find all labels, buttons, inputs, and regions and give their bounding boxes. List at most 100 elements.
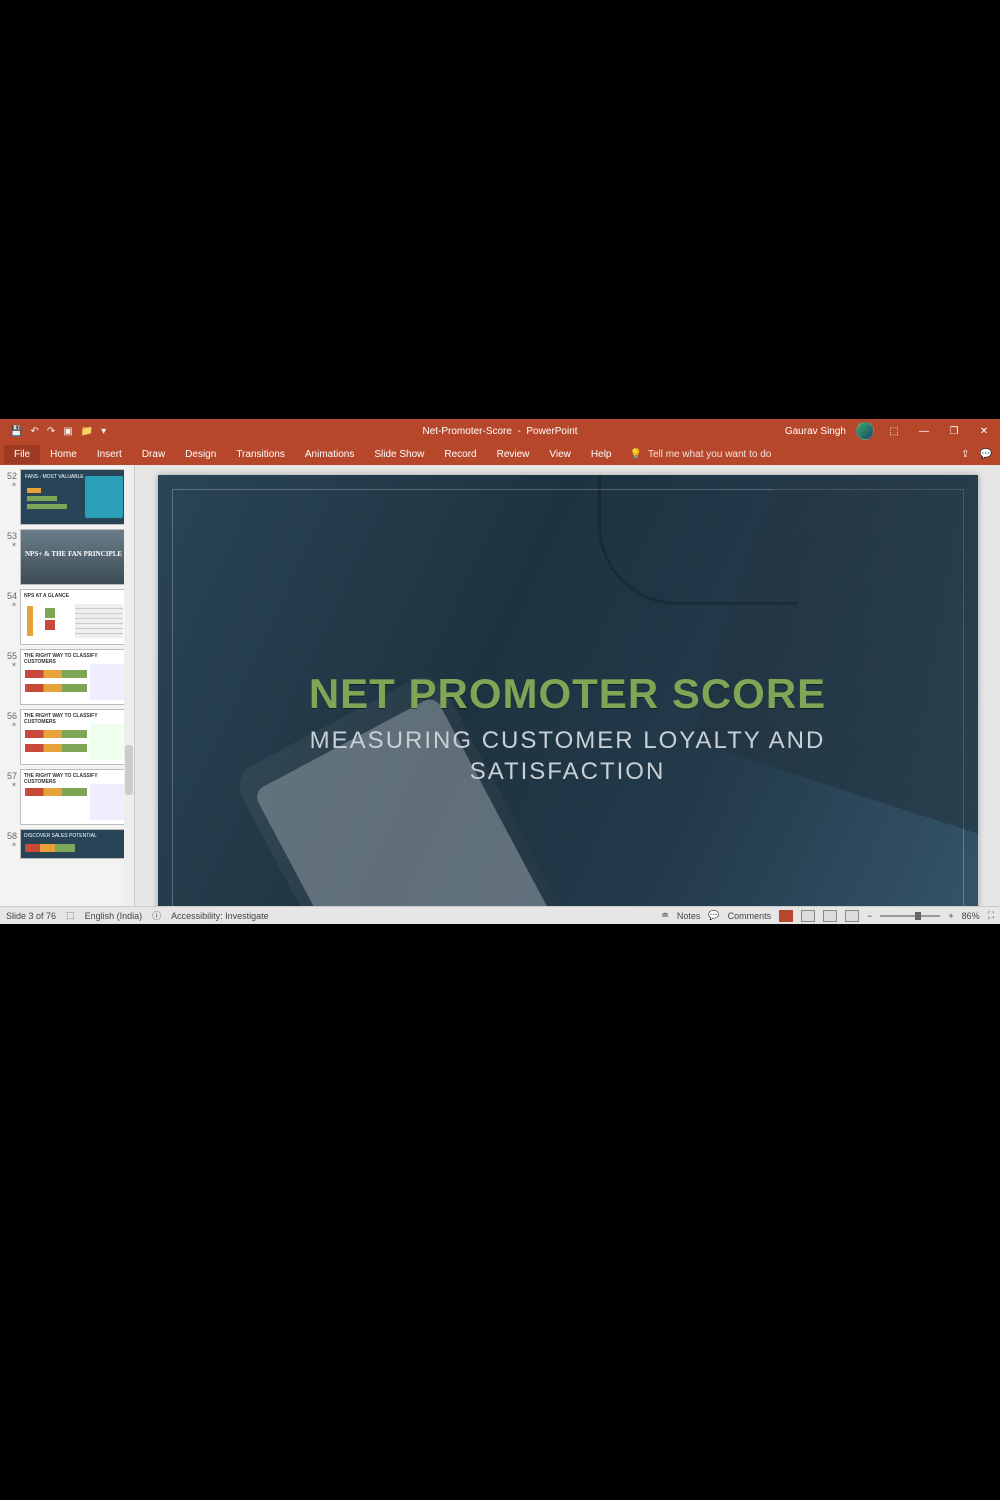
thumb-number: 54 <box>2 589 20 601</box>
title-bar-right: Gaurav Singh ⬚ — ❐ ✕ <box>785 422 994 440</box>
reading-view-button[interactable] <box>823 910 837 922</box>
thumb-number: 57 <box>2 769 20 781</box>
thumb-graphic <box>45 620 55 630</box>
status-right: ≐ Notes 💬 Comments − + 86% ⛶ <box>661 910 994 922</box>
transition-star-icon: ✶ <box>2 841 20 849</box>
lightbulb-icon: 💡 <box>629 449 641 460</box>
tab-design[interactable]: Design <box>175 445 226 464</box>
thumb-bar <box>27 488 41 493</box>
thumbnail-row[interactable]: 55 ✶ THE RIGHT WAY TO CLASSIFY CUSTOMERS <box>2 649 132 705</box>
thumb-bar <box>25 788 87 796</box>
fit-to-window-button[interactable]: ⛶ <box>988 910 994 921</box>
tab-animations[interactable]: Animations <box>295 445 364 464</box>
scrollbar-thumb[interactable] <box>125 745 133 795</box>
thumb-number: 58 <box>2 829 20 841</box>
slide-canvas-area[interactable]: NET PROMOTER SCORE MEASURING CUSTOMER LO… <box>135 465 1000 906</box>
slide-thumbnail[interactable]: NPS+ & THE FAN PRINCIPLE <box>20 529 128 585</box>
ribbon-right: ⇪ 💬 <box>961 449 992 460</box>
app-name: PowerPoint <box>526 426 577 437</box>
cable-graphic <box>598 475 798 605</box>
language-label[interactable]: English (India) <box>85 911 143 921</box>
status-bar: Slide 3 of 76 ⬚ English (India) ⓘ Access… <box>0 906 1000 924</box>
slide-thumbnail-panel[interactable]: 52 ✶ FANS - MOST VALUABLE 53 ✶ NPS+ & <box>0 465 135 906</box>
slide-thumbnail[interactable]: FANS - MOST VALUABLE <box>20 469 128 525</box>
tell-me-search[interactable]: 💡 Tell me what you want to do <box>629 449 771 460</box>
thumb-number: 53 <box>2 529 20 541</box>
transition-star-icon: ✶ <box>2 481 20 489</box>
save-icon[interactable]: 💾 <box>10 426 22 437</box>
thumb-bar <box>25 844 75 852</box>
user-name[interactable]: Gaurav Singh <box>785 426 846 437</box>
minimize-button[interactable]: — <box>914 426 934 437</box>
tab-slideshow[interactable]: Slide Show <box>364 445 434 464</box>
thumbnail-row[interactable]: 54 ✶ NPS AT A GLANCE <box>2 589 132 645</box>
slide-thumbnail[interactable]: NPS AT A GLANCE <box>20 589 128 645</box>
thumbnail-scrollbar[interactable] <box>124 465 134 906</box>
tab-draw[interactable]: Draw <box>132 445 175 464</box>
slideshow-view-button[interactable] <box>845 910 859 922</box>
transition-star-icon: ✶ <box>2 781 20 789</box>
tab-help[interactable]: Help <box>581 445 622 464</box>
slide-thumbnail[interactable]: THE RIGHT WAY TO CLASSIFY CUSTOMERS <box>20 709 128 765</box>
redo-icon[interactable]: ↷ <box>47 426 55 437</box>
slide-subtitle-text[interactable]: MEASURING CUSTOMER LOYALTY AND SATISFACT… <box>158 725 978 787</box>
accessibility-icon[interactable]: ⓘ <box>152 909 161 922</box>
share-icon[interactable]: ⇪ <box>961 449 969 460</box>
tab-home[interactable]: Home <box>40 445 87 464</box>
slide-thumbnail[interactable]: THE RIGHT WAY TO CLASSIFY CUSTOMERS <box>20 649 128 705</box>
zoom-in-button[interactable]: + <box>948 911 953 921</box>
slide-counter[interactable]: Slide 3 of 76 <box>6 911 56 921</box>
slide-sorter-view-button[interactable] <box>801 910 815 922</box>
transition-star-icon: ✶ <box>2 541 20 549</box>
thumb-bar <box>27 504 67 509</box>
quick-access-toolbar: 💾 ↶ ↷ ▣ 📁 ▾ <box>0 426 106 437</box>
comments-pane-icon[interactable]: 💬 <box>980 449 992 460</box>
transition-star-icon: ✶ <box>2 601 20 609</box>
zoom-slider[interactable] <box>880 915 940 917</box>
comments-icon: 💬 <box>708 910 719 921</box>
thumb-graphic <box>85 476 123 518</box>
thumbnail-row[interactable]: 56 ✶ THE RIGHT WAY TO CLASSIFY CUSTOMERS <box>2 709 132 765</box>
thumbnail-row[interactable]: 53 ✶ NPS+ & THE FAN PRINCIPLE <box>2 529 132 585</box>
tab-file[interactable]: File <box>4 445 40 464</box>
zoom-percent[interactable]: 86% <box>962 911 980 921</box>
thumb-graphic <box>90 664 124 700</box>
normal-view-button[interactable] <box>779 910 793 922</box>
avatar[interactable] <box>856 422 874 440</box>
ribbon-display-options-icon[interactable]: ⬚ <box>884 426 904 437</box>
close-button[interactable]: ✕ <box>974 426 994 437</box>
current-slide[interactable]: NET PROMOTER SCORE MEASURING CUSTOMER LO… <box>158 475 978 906</box>
powerpoint-window: 💾 ↶ ↷ ▣ 📁 ▾ Net-Promoter-Score - PowerPo… <box>0 419 1000 924</box>
notes-button[interactable]: Notes <box>677 911 701 921</box>
tab-review[interactable]: Review <box>487 445 540 464</box>
zoom-out-button[interactable]: − <box>867 911 872 921</box>
thumb-bar <box>27 606 33 636</box>
thumb-bar <box>25 670 87 678</box>
thumbnail-row[interactable]: 58 ✶ DISCOVER SALES POTENTIAL <box>2 829 132 859</box>
ribbon-tabs: File Home Insert Draw Design Transitions… <box>0 443 1000 465</box>
thumbnail-row[interactable]: 52 ✶ FANS - MOST VALUABLE <box>2 469 132 525</box>
qat-more-icon[interactable]: ▾ <box>101 426 106 437</box>
comments-button[interactable]: Comments <box>728 911 772 921</box>
thumb-title: NPS+ & THE FAN PRINCIPLE <box>25 550 122 558</box>
open-icon[interactable]: 📁 <box>81 426 93 437</box>
thumb-bar <box>25 730 87 738</box>
tab-insert[interactable]: Insert <box>87 445 132 464</box>
thumb-graphic <box>90 784 124 820</box>
thumb-title: FANS - MOST VALUABLE <box>25 474 84 480</box>
undo-icon[interactable]: ↶ <box>30 426 38 437</box>
tab-transitions[interactable]: Transitions <box>226 445 295 464</box>
tab-record[interactable]: Record <box>434 445 486 464</box>
thumbnail-row[interactable]: 57 ✶ THE RIGHT WAY TO CLASSIFY CUSTOMERS <box>2 769 132 825</box>
start-from-beginning-icon[interactable]: ▣ <box>63 426 72 437</box>
slide-thumbnail[interactable]: DISCOVER SALES POTENTIAL <box>20 829 128 859</box>
thumb-title: DISCOVER SALES POTENTIAL <box>24 833 97 839</box>
slide-title-text[interactable]: NET PROMOTER SCORE <box>158 670 978 718</box>
editor-stage: 52 ✶ FANS - MOST VALUABLE 53 ✶ NPS+ & <box>0 465 1000 906</box>
slide-thumbnail[interactable]: THE RIGHT WAY TO CLASSIFY CUSTOMERS <box>20 769 128 825</box>
tab-view[interactable]: View <box>539 445 581 464</box>
accessibility-label[interactable]: Accessibility: Investigate <box>171 911 269 921</box>
spellcheck-icon[interactable]: ⬚ <box>66 910 75 921</box>
thumb-graphic <box>45 608 55 618</box>
restore-button[interactable]: ❐ <box>944 426 964 437</box>
